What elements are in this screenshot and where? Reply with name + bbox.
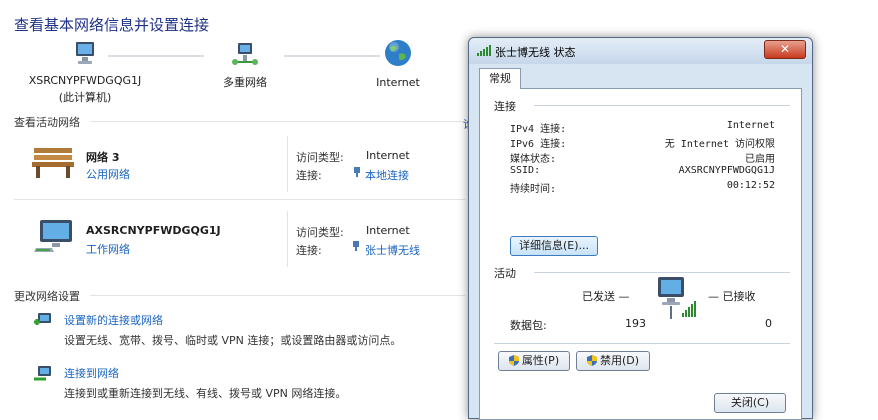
ipv6-value: 无 Internet 访问权限	[664, 139, 775, 150]
section-divider	[14, 199, 465, 200]
map-node-internet[interactable]: Internet	[365, 38, 431, 89]
connection-label: 连接:	[296, 169, 322, 182]
connection-link[interactable]: 本地连接	[365, 167, 409, 183]
panel-divider	[494, 343, 790, 344]
media-state-value: 已启用	[745, 154, 775, 165]
signal-bars-icon	[477, 45, 491, 56]
public-network-bench-icon	[32, 148, 74, 178]
new-connection-icon	[34, 313, 51, 325]
connect-network-icon	[34, 366, 51, 381]
work-network-computer-icon	[34, 220, 72, 252]
duration-value: 00:12:52	[726, 180, 775, 191]
close-button[interactable]: 关闭(C)	[714, 393, 786, 413]
properties-button-label: 属性(P)	[521, 354, 560, 367]
packets-label: 数据包:	[510, 319, 547, 332]
ipv6-label: IPv6 连接:	[510, 139, 567, 150]
multiple-networks-icon	[232, 43, 258, 65]
computer-name: XSRCNYPFWDGQG1J	[28, 74, 142, 87]
network-divider	[287, 136, 288, 192]
map-node-multinet[interactable]: 多重网络	[205, 40, 285, 90]
wireless-status-dialog: 张士博无线 状态 ✕ 常规 连接 IPv4 连接: Internet IPv6 …	[468, 37, 813, 420]
disable-button[interactable]: 禁用(D)	[576, 351, 650, 371]
connection-label: 连接:	[296, 244, 322, 257]
ipv4-label: IPv4 连接:	[510, 124, 567, 135]
uac-shield-icon	[586, 355, 597, 366]
packets-received-value: 0	[765, 317, 772, 330]
general-tab-panel: 连接 IPv4 连接: Internet IPv6 连接: 无 Internet…	[479, 88, 802, 420]
change-settings-heading: 更改网络设置	[14, 290, 80, 303]
group-divider	[534, 272, 790, 273]
sent-label: 已发送 —	[582, 290, 630, 303]
dialog-title: 张士博无线 状态	[495, 46, 576, 59]
globe-icon	[385, 40, 411, 66]
wireless-signal-icon	[353, 241, 359, 251]
packets-sent-value: 193	[625, 317, 646, 330]
details-button[interactable]: 详细信息(E)...	[510, 236, 598, 256]
access-type-label: 访问类型:	[296, 226, 344, 239]
access-type-label: 访问类型:	[296, 151, 344, 164]
ssid-value: AXSRCNYPFWDGQG1J	[678, 165, 775, 176]
duration-label: 持续时间:	[510, 184, 557, 195]
network-name: 网络 3	[86, 151, 120, 164]
connection-link[interactable]: 张士博无线	[365, 242, 420, 258]
ssid-label: SSID:	[510, 165, 541, 176]
access-type-value: Internet	[366, 149, 410, 162]
computer-sub: (此计算机)	[58, 91, 112, 104]
map-connector	[108, 55, 204, 57]
tab-general[interactable]: 常规	[479, 68, 521, 89]
uac-shield-icon	[508, 355, 519, 366]
network-activity-icon	[658, 277, 696, 319]
network-type-link[interactable]: 公用网络	[86, 166, 130, 182]
network-divider	[287, 211, 288, 267]
section-divider	[90, 121, 465, 122]
activity-group-label: 活动	[494, 265, 520, 281]
connection-group-label: 连接	[494, 98, 520, 114]
group-divider	[534, 105, 790, 106]
connect-network-desc: 连接到或重新连接到无线、有线、拨号或 VPN 网络连接。	[64, 387, 347, 400]
section-divider	[90, 295, 465, 296]
internet-label: Internet	[376, 76, 420, 89]
ipv4-value: Internet	[726, 120, 775, 131]
dialog-titlebar[interactable]: 张士博无线 状态 ✕	[469, 38, 812, 64]
received-label: — 已接收	[708, 290, 756, 303]
computer-icon	[76, 42, 94, 64]
disable-button-label: 禁用(D)	[599, 354, 640, 367]
map-node-computer[interactable]: XSRCNYPFWDGQG1J (此计算机)	[20, 40, 150, 105]
network-type-link[interactable]: 工作网络	[86, 241, 130, 257]
page-title: 查看基本网络信息并设置连接	[14, 16, 210, 34]
media-state-label: 媒体状态:	[510, 154, 557, 165]
close-icon[interactable]: ✕	[764, 40, 806, 59]
connect-network-link[interactable]: 连接到网络	[64, 365, 119, 381]
network-name: AXSRCNYPFWDGQG1J	[86, 224, 221, 237]
access-type-value: Internet	[366, 224, 410, 237]
properties-button[interactable]: 属性(P)	[498, 351, 570, 371]
setup-connection-link[interactable]: 设置新的连接或网络	[64, 312, 163, 328]
setup-connection-desc: 设置无线、宽带、拨号、临时或 VPN 连接；或设置路由器或访问点。	[64, 334, 402, 347]
multiple-networks-label: 多重网络	[223, 76, 267, 89]
ethernet-icon	[354, 167, 360, 177]
active-networks-heading: 查看活动网络	[14, 116, 80, 129]
